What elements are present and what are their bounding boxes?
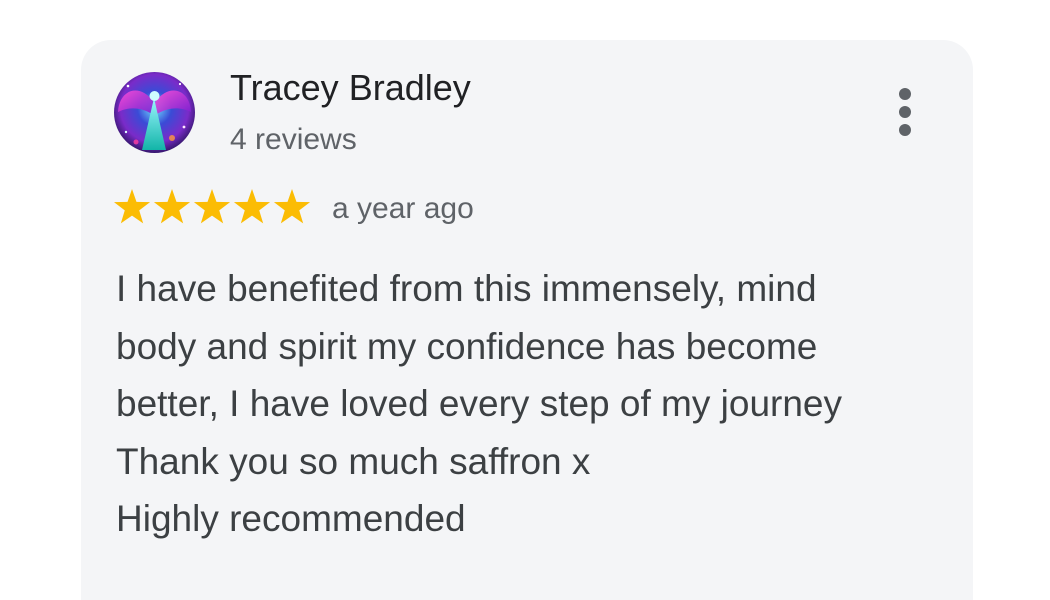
star-rating [113, 188, 314, 228]
avatar-image [114, 72, 195, 153]
review-text-line: body and spirit my confidence has become [116, 325, 818, 367]
review-text-line: I have benefited from this immensely, mi… [116, 268, 817, 309]
review-text-line: Thank you so much saffron x [116, 440, 591, 482]
star-icon [193, 189, 231, 224]
review-text-line: better, I have loved every step of my jo… [116, 383, 842, 424]
more-vert-icon [899, 88, 911, 136]
star-icon [233, 189, 271, 224]
star-icon [153, 189, 191, 224]
review-count: 4 reviews [230, 123, 357, 156]
avatar[interactable] [114, 72, 195, 153]
star-icon [113, 189, 151, 224]
review-text-line: Highly recommended [116, 498, 466, 539]
reviewer-name[interactable]: Tracey Bradley [230, 66, 471, 110]
review-text: I have benefited from this immensely, mi… [116, 260, 916, 548]
star-icon [273, 189, 311, 224]
review-time: a year ago [332, 192, 474, 225]
more-options-button[interactable] [884, 82, 928, 144]
stars-row [113, 189, 311, 224]
